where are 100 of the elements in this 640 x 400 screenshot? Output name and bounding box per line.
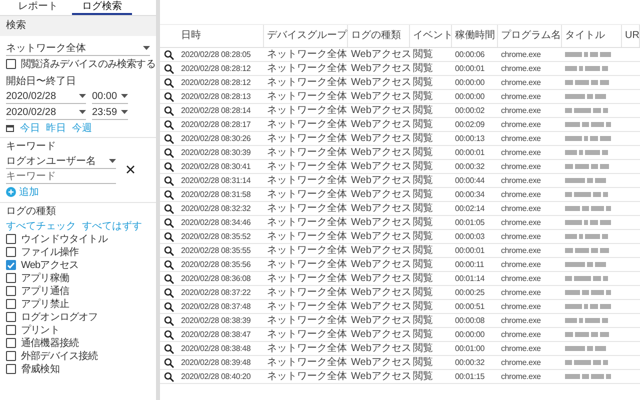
column-header[interactable]: タイトル xyxy=(562,25,622,47)
table-cell-text: 閲覧 xyxy=(412,160,434,173)
checkbox-label: アプリ通信 xyxy=(21,284,70,298)
search-icon[interactable] xyxy=(164,162,174,172)
date-dropdown[interactable]: 2020/02/28 xyxy=(6,89,86,104)
table-cell-text: Webアクセス xyxy=(350,370,410,383)
table-cell-text: ネットワーク全体 xyxy=(266,132,348,145)
table-cell-text: 2020/02/28 08:37:48 xyxy=(180,301,252,313)
close-icon[interactable] xyxy=(126,164,135,174)
table-cell-text: Webアクセス xyxy=(350,48,410,61)
table-cell-text: ネットワーク全体 xyxy=(266,188,348,201)
table-cell-text: 閲覧 xyxy=(412,174,434,187)
table-cell-text: chrome.exe xyxy=(500,231,542,243)
table-cell-text: Webアクセス xyxy=(350,90,410,103)
table-cell-text: 閲覧 xyxy=(412,244,434,257)
search-icon[interactable] xyxy=(164,358,174,368)
search-icon[interactable] xyxy=(164,190,174,200)
calendar-icon xyxy=(6,124,14,132)
search-icon[interactable] xyxy=(164,134,174,144)
table-cell-text: Webアクセス xyxy=(350,104,410,117)
table-cell-text: 閲覧 xyxy=(412,230,434,243)
checkbox[interactable] xyxy=(6,299,16,309)
table-cell-text: chrome.exe xyxy=(500,315,542,327)
table-cell-text: ネットワーク全体 xyxy=(266,76,348,89)
dropdown[interactable]: ログオンユーザー名 xyxy=(6,154,116,169)
search-icon[interactable] xyxy=(164,372,174,382)
table-cell-text: Webアクセス xyxy=(350,76,410,89)
table-cell-text: ネットワーク全体 xyxy=(266,272,348,285)
table-cell-text: chrome.exe xyxy=(500,343,542,355)
caret-icon xyxy=(143,46,150,50)
table-cell-text: ネットワーク全体 xyxy=(266,216,348,229)
column-header[interactable]: イベント xyxy=(410,25,452,47)
keyword-field[interactable]: キーワード xyxy=(6,170,116,184)
checkbox[interactable] xyxy=(6,325,16,335)
search-icon[interactable] xyxy=(164,246,174,256)
checkbox[interactable] xyxy=(6,247,16,257)
scrollbar[interactable] xyxy=(156,0,160,400)
search-icon[interactable] xyxy=(164,316,174,326)
table-cell-text: ネットワーク全体 xyxy=(266,342,348,355)
table-cell-text: 閲覧 xyxy=(412,258,434,271)
search-icon[interactable] xyxy=(164,218,174,228)
table-cell-text: 00:02:14 xyxy=(454,203,486,215)
search-icon[interactable] xyxy=(164,288,174,298)
checkbox[interactable] xyxy=(6,286,16,296)
search-icon[interactable] xyxy=(164,64,174,74)
checkbox[interactable] xyxy=(6,260,16,270)
checkbox-label: アプリ禁止 xyxy=(21,298,70,311)
table-cell-text: 00:01:14 xyxy=(454,273,486,285)
checkbox[interactable] xyxy=(6,338,16,348)
search-icon[interactable] xyxy=(164,232,174,242)
table-cell-text: 00:00:06 xyxy=(454,49,486,61)
table-cell-text: chrome.exe xyxy=(500,161,542,173)
search-icon[interactable] xyxy=(164,78,174,88)
checkbox[interactable] xyxy=(6,351,16,361)
table-cell-text: ネットワーク全体 xyxy=(266,328,348,341)
date-dropdown[interactable]: 2020/02/28 xyxy=(6,105,86,120)
table-cell-text: 閲覧 xyxy=(412,48,434,61)
table-cell-text: chrome.exe xyxy=(500,217,542,229)
table-cell-text: ネットワーク全体 xyxy=(266,62,348,75)
search-icon[interactable] xyxy=(164,176,174,186)
table-cell-text: Webアクセス xyxy=(350,160,410,173)
table-cell-text: 閲覧 xyxy=(412,76,434,89)
search-icon[interactable] xyxy=(164,330,174,340)
checkbox-label: ファイル操作 xyxy=(21,246,79,259)
caret-icon xyxy=(109,159,116,163)
table-cell-text: ネットワーク全体 xyxy=(266,118,348,131)
checkbox[interactable] xyxy=(6,312,16,322)
dropdown[interactable]: ネットワーク全体 xyxy=(6,41,150,56)
column-header[interactable]: プログラム名 xyxy=(498,25,562,47)
column-header[interactable]: UR xyxy=(622,25,640,47)
table-cell-text: ネットワーク全体 xyxy=(266,356,348,369)
search-icon[interactable] xyxy=(164,92,174,102)
column-header[interactable]: デバイスグループ xyxy=(264,25,348,47)
search-icon[interactable] xyxy=(164,302,174,312)
checkbox[interactable] xyxy=(6,364,16,374)
checkbox[interactable] xyxy=(6,59,16,69)
column-header[interactable]: 稼働時間 xyxy=(452,25,498,47)
table-cell-text: chrome.exe xyxy=(500,49,542,61)
table-cell-text: 00:00:00 xyxy=(454,91,486,103)
table-cell-text: chrome.exe xyxy=(500,273,542,285)
search-icon[interactable] xyxy=(164,148,174,158)
table-cell-text: 2020/02/28 08:35:55 xyxy=(180,245,252,257)
search-icon[interactable] xyxy=(164,204,174,214)
search-icon[interactable] xyxy=(164,120,174,130)
search-icon[interactable] xyxy=(164,274,174,284)
search-icon[interactable] xyxy=(164,50,174,60)
checkbox[interactable] xyxy=(6,273,16,283)
table-cell-text: 2020/02/28 08:30:26 xyxy=(180,133,252,145)
search-icon[interactable] xyxy=(164,344,174,354)
checkbox[interactable] xyxy=(6,234,16,244)
search-icon[interactable] xyxy=(164,260,174,270)
table-cell-text: chrome.exe xyxy=(500,357,542,369)
search-icon[interactable] xyxy=(164,106,174,116)
column-header[interactable]: 日時 xyxy=(178,25,264,47)
time-dropdown[interactable]: 23:59 xyxy=(92,105,128,120)
time-dropdown[interactable]: 00:00 xyxy=(92,89,128,104)
caret-icon xyxy=(121,94,128,98)
table-cell-text: chrome.exe xyxy=(500,175,542,187)
tab[interactable]: レポート xyxy=(8,0,68,15)
column-header[interactable]: ログの種類 xyxy=(348,25,410,47)
